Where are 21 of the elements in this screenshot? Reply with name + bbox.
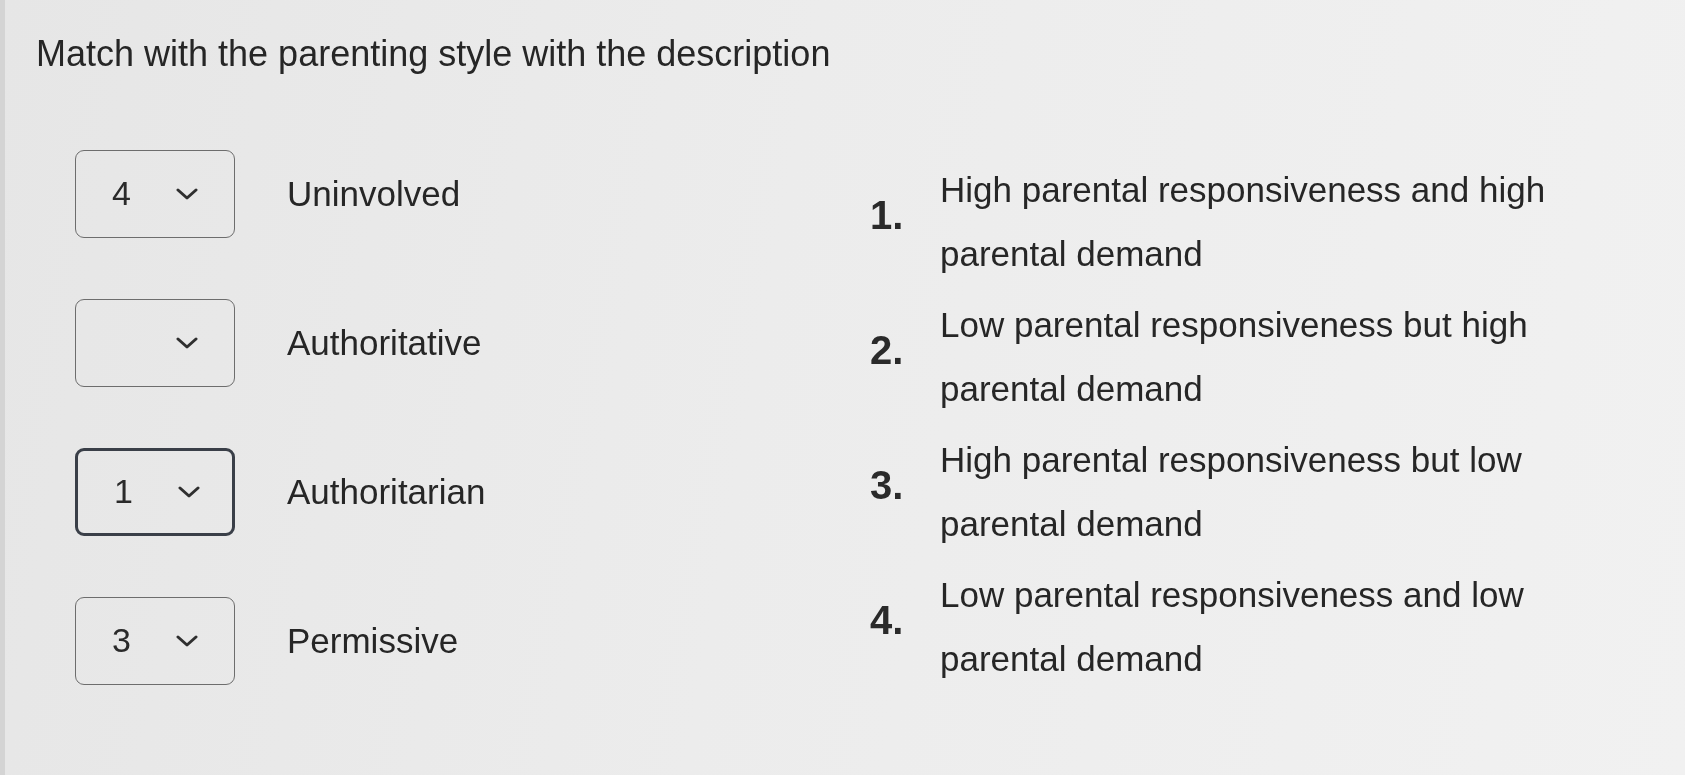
answer-dropdown[interactable]: 4	[75, 149, 235, 238]
answer-dropdown[interactable]: 1	[75, 447, 235, 536]
chevron-down-icon	[176, 634, 198, 647]
option-number: 3.	[870, 463, 904, 507]
option-description: Low parental responsiveness but high parental demand	[940, 304, 1529, 410]
option-description: High parental responsiveness but low parental demand	[940, 439, 1523, 545]
option-number: 1.	[870, 193, 904, 237]
answer-dropdown[interactable]	[75, 298, 235, 387]
chevron-down-icon	[178, 485, 200, 498]
parenting-style-label: Uninvolved	[287, 173, 461, 214]
chevron-down-icon	[176, 336, 198, 349]
parenting-style-label: Authoritarian	[287, 471, 486, 512]
option-number: 4.	[870, 598, 904, 642]
chevron-down-icon	[176, 187, 198, 200]
parenting-style-label: Permissive	[287, 620, 459, 661]
option-number: 2.	[870, 328, 904, 372]
option-description: High parental responsiveness and high parental demand	[940, 169, 1547, 275]
question-title: Match with the parenting style with the description	[36, 32, 832, 76]
option-description: Low parental responsiveness and low parental demand	[940, 574, 1525, 680]
answer-dropdown[interactable]: 3	[75, 596, 235, 685]
parenting-style-label: Authoritative	[287, 322, 482, 363]
